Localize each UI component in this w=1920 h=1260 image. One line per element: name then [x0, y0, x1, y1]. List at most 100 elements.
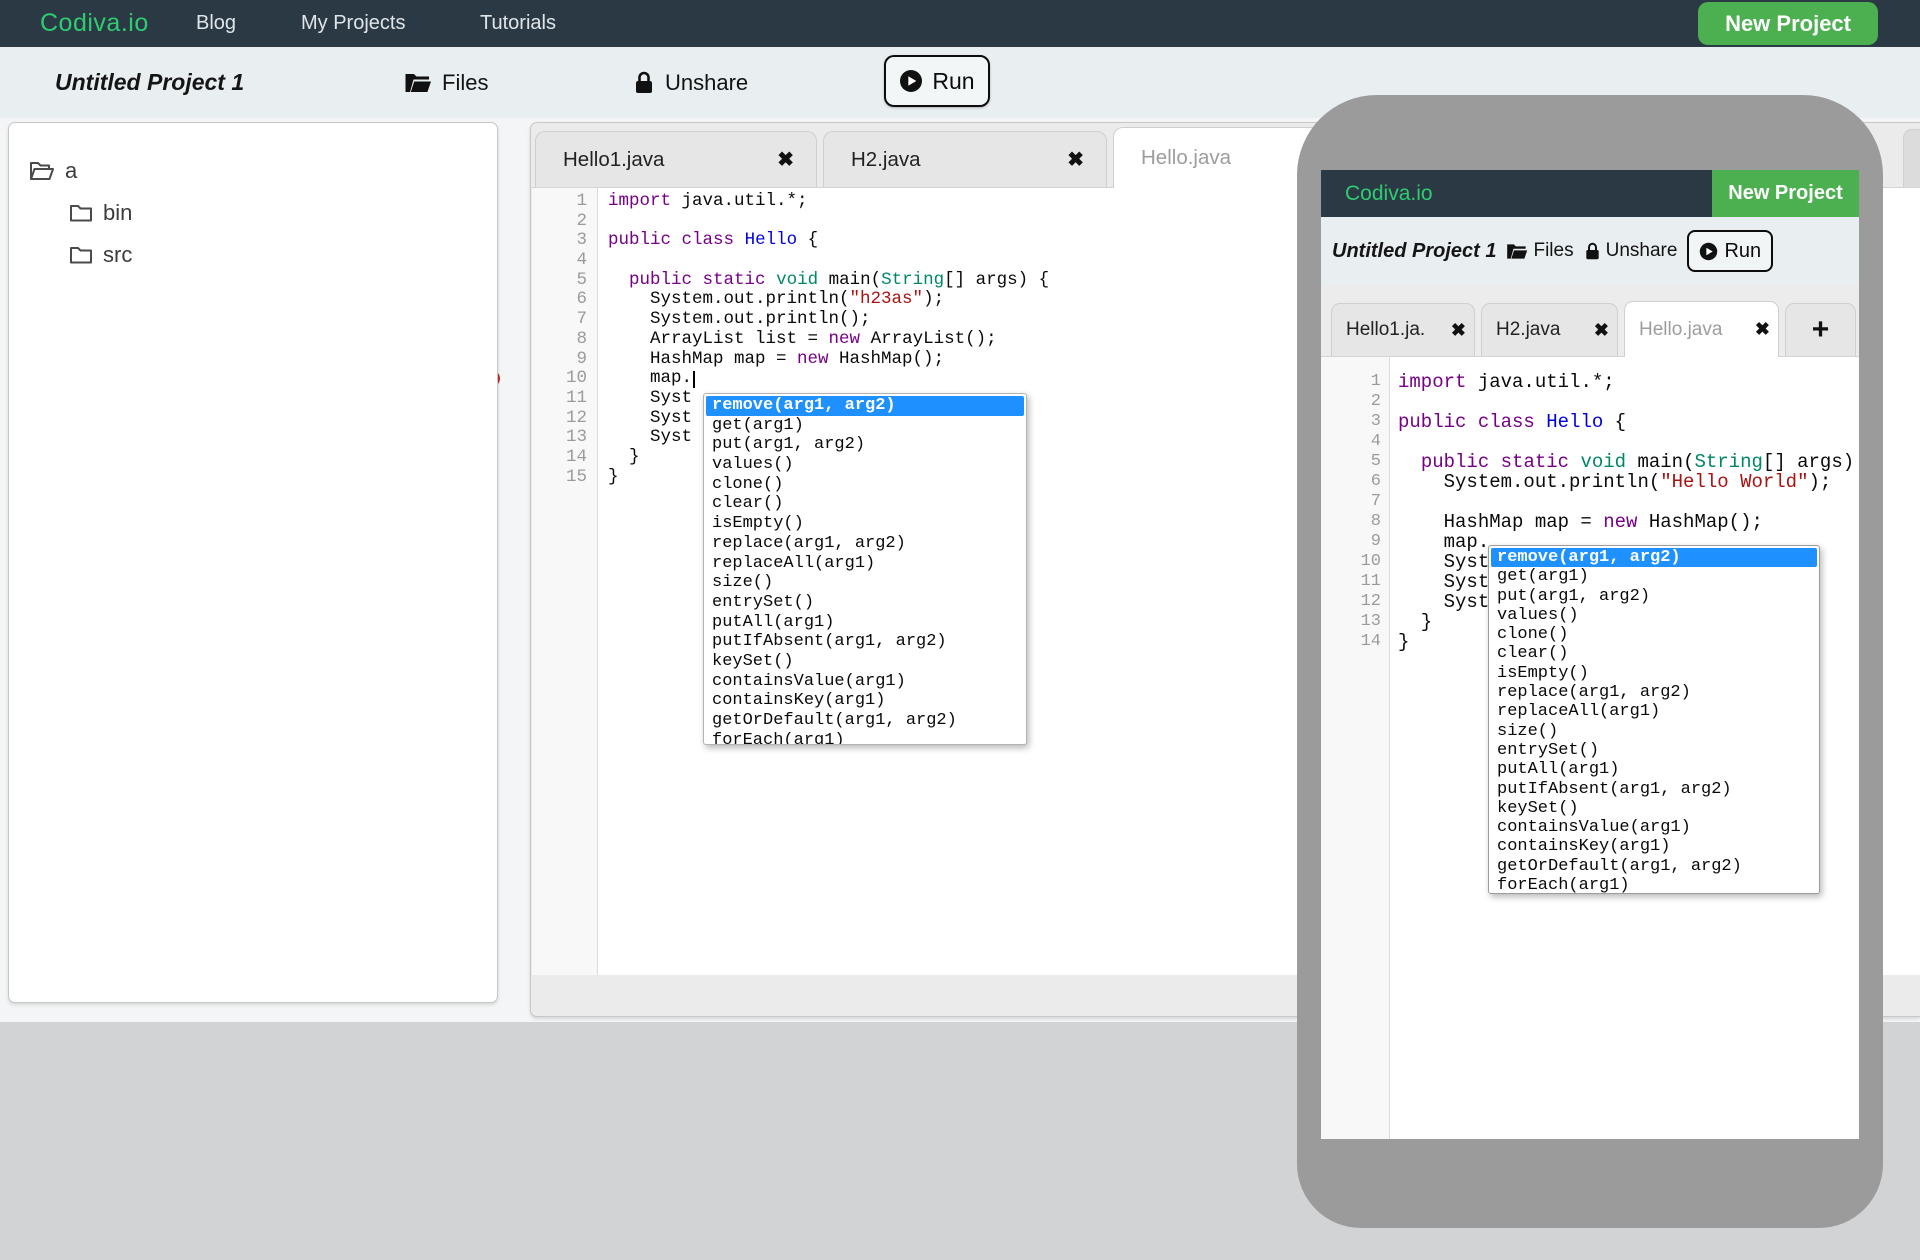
- autocomplete-item: clear(): [1491, 644, 1817, 663]
- line-number: 11: [532, 389, 587, 409]
- autocomplete-item[interactable]: values(): [706, 455, 1024, 475]
- autocomplete-item[interactable]: forEach(arg1): [706, 731, 1024, 745]
- close-icon[interactable]: ✖: [1067, 147, 1084, 172]
- close-icon: ✖: [1755, 319, 1770, 340]
- page: Codiva.io Blog My Projects Tutorials New…: [0, 0, 1920, 1260]
- phone-line-number-gutter: 123456789✕1011121314: [1321, 357, 1390, 1139]
- line-number: 1: [1321, 372, 1381, 392]
- folder-icon: [69, 203, 93, 223]
- tree-item-label: src: [103, 242, 132, 268]
- folder-open-icon: [29, 160, 55, 182]
- line-number: 12: [1321, 592, 1381, 612]
- phone-project-toolbar: Untitled Project 1 Files Unshare Run: [1321, 217, 1859, 285]
- line-number: 1: [532, 192, 587, 212]
- line-number: 5: [532, 271, 587, 291]
- autocomplete-item[interactable]: putAll(arg1): [706, 613, 1024, 633]
- autocomplete-item[interactable]: containsValue(arg1): [706, 672, 1024, 692]
- autocomplete-item[interactable]: containsKey(arg1): [706, 691, 1024, 711]
- autocomplete-item: replaceAll(arg1): [1491, 702, 1817, 721]
- autocomplete-item[interactable]: putIfAbsent(arg1, arg2): [706, 632, 1024, 652]
- autocomplete-item: entrySet(): [1491, 741, 1817, 760]
- autocomplete-item: size(): [1491, 722, 1817, 741]
- autocomplete-item[interactable]: put(arg1, arg2): [706, 435, 1024, 455]
- tab-label: Hello1.java: [563, 148, 777, 172]
- app-logo[interactable]: Codiva.io: [40, 0, 149, 47]
- autocomplete-item: values(): [1491, 606, 1817, 625]
- autocomplete-item[interactable]: keySet(): [706, 652, 1024, 672]
- line-number: 9: [532, 350, 587, 370]
- autocomplete-item[interactable]: clear(): [706, 494, 1024, 514]
- autocomplete-popup: remove(arg1, arg2)get(arg1)put(arg1, arg…: [703, 393, 1027, 745]
- autocomplete-item[interactable]: get(arg1): [706, 416, 1024, 436]
- unshare-button[interactable]: Unshare: [633, 47, 748, 118]
- tab-h2-java[interactable]: H2.java ✖: [823, 131, 1107, 187]
- tree-item-a[interactable]: a: [29, 151, 497, 191]
- autocomplete-item: put(arg1, arg2): [1491, 587, 1817, 606]
- nav-link-blog[interactable]: Blog: [196, 0, 236, 47]
- line-number: 10✕: [532, 369, 587, 389]
- run-button[interactable]: Run: [884, 55, 990, 107]
- autocomplete-item[interactable]: getOrDefault(arg1, arg2): [706, 711, 1024, 731]
- autocomplete-item[interactable]: clone(): [706, 475, 1024, 495]
- autocomplete-item: putAll(arg1): [1491, 760, 1817, 779]
- phone-autocomplete-popup: remove(arg1, arg2)get(arg1)put(arg1, arg…: [1488, 545, 1820, 894]
- code-line: HashMap map = new HashMap();: [1398, 512, 1859, 532]
- phone-unshare-label: Unshare: [1606, 240, 1678, 262]
- tree-item-src[interactable]: src: [69, 235, 497, 275]
- line-number: 6: [532, 290, 587, 310]
- line-number: 4: [532, 251, 587, 271]
- line-number: 2: [532, 212, 587, 232]
- line-number: 11: [1321, 572, 1381, 592]
- lock-icon: [633, 70, 655, 96]
- code-line: import java.util.*;: [1398, 372, 1859, 392]
- line-number: 8: [532, 330, 587, 350]
- line-number: 3: [1321, 412, 1381, 432]
- autocomplete-item[interactable]: remove(arg1, arg2): [706, 396, 1024, 416]
- autocomplete-item: remove(arg1, arg2): [1491, 548, 1817, 567]
- tab-label: H2.java: [1496, 319, 1594, 341]
- autocomplete-item: keySet(): [1491, 799, 1817, 818]
- autocomplete-item[interactable]: size(): [706, 573, 1024, 593]
- line-number: 3: [532, 231, 587, 251]
- phone-run-label: Run: [1724, 240, 1761, 263]
- line-number: 13: [532, 428, 587, 448]
- line-number: 14: [1321, 632, 1381, 652]
- code-line: public static void main(String[] args) {: [1398, 452, 1859, 472]
- code-line: System.out.println("Hello World");: [1398, 472, 1859, 492]
- autocomplete-item[interactable]: replace(arg1, arg2): [706, 534, 1024, 554]
- phone-project-title: Untitled Project 1: [1332, 240, 1496, 263]
- nav-link-my-projects[interactable]: My Projects: [301, 0, 405, 47]
- autocomplete-item[interactable]: replaceAll(arg1): [706, 554, 1024, 574]
- autocomplete-item: putIfAbsent(arg1, arg2): [1491, 780, 1817, 799]
- files-button[interactable]: Files: [404, 47, 488, 118]
- autocomplete-item: getOrDefault(arg1, arg2): [1491, 857, 1817, 876]
- lock-icon: [1584, 241, 1601, 262]
- line-number: 4: [1321, 432, 1381, 452]
- close-icon: ✖: [1451, 320, 1466, 341]
- new-project-button[interactable]: New Project: [1698, 2, 1878, 45]
- phone-new-tab-button: +: [1785, 303, 1856, 356]
- file-tree-panel: a bin src: [8, 122, 498, 1003]
- autocomplete-item: containsKey(arg1): [1491, 837, 1817, 856]
- line-number: 12: [532, 409, 587, 429]
- text-cursor: [693, 371, 695, 388]
- phone-app-logo: Codiva.io: [1345, 170, 1433, 217]
- phone-tab-hello-java: Hello.java ✖: [1624, 301, 1779, 357]
- line-number: 13: [1321, 612, 1381, 632]
- autocomplete-item[interactable]: isEmpty(): [706, 514, 1024, 534]
- folder-open-icon: [404, 71, 432, 95]
- autocomplete-item: clone(): [1491, 625, 1817, 644]
- play-icon: [1699, 242, 1718, 261]
- nav-link-tutorials[interactable]: Tutorials: [480, 0, 556, 47]
- tab-fragment: [1903, 129, 1920, 187]
- tree-item-bin[interactable]: bin: [69, 193, 497, 233]
- line-number: 7: [1321, 492, 1381, 512]
- phone-tab-h2-java: H2.java ✖: [1481, 303, 1618, 356]
- tab-label: H2.java: [851, 148, 1067, 172]
- line-number: 10: [1321, 552, 1381, 572]
- tree-item-label: a: [65, 158, 77, 184]
- line-number: 14: [532, 448, 587, 468]
- autocomplete-item[interactable]: entrySet(): [706, 593, 1024, 613]
- tab-hello1-java[interactable]: Hello1.java ✖: [535, 131, 817, 187]
- close-icon[interactable]: ✖: [777, 147, 794, 172]
